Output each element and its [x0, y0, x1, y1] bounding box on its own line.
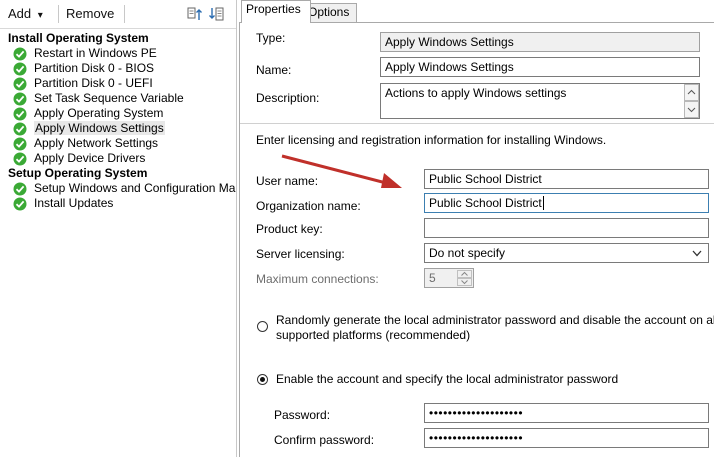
radio-selected-dot	[260, 377, 265, 382]
password-label: Password:	[274, 408, 331, 422]
step-apply-device-drivers[interactable]: Apply Device Drivers	[8, 151, 236, 166]
tree-toolbar: Add ▾ Remove	[0, 0, 236, 29]
move-up-icon[interactable]	[186, 5, 204, 23]
check-icon	[13, 182, 27, 196]
step-label: Setup Windows and Configuration Mar	[34, 181, 236, 195]
group-setup-operating-system[interactable]: Setup Operating System	[8, 166, 236, 181]
maximum-connections-spinner: 5	[424, 268, 474, 288]
step-label: Partition Disk 0 - BIOS	[34, 61, 155, 75]
step-apply-operating-system[interactable]: Apply Operating System	[8, 106, 236, 121]
tab-properties[interactable]: Properties	[241, 0, 311, 23]
text-cursor	[542, 196, 544, 210]
organization-name-text: Public School District	[429, 196, 542, 210]
random-password-radio[interactable]	[257, 321, 268, 332]
step-partition-disk-bios[interactable]: Partition Disk 0 - BIOS	[8, 61, 236, 76]
check-icon	[13, 107, 27, 121]
step-install-updates[interactable]: Install Updates	[8, 196, 236, 211]
step-label: Partition Disk 0 - UEFI	[34, 76, 153, 90]
organization-name-field[interactable]: Public School District	[424, 193, 709, 213]
server-licensing-select[interactable]: Do not specify	[424, 243, 709, 263]
remove-button[interactable]: Remove	[66, 6, 114, 21]
check-icon	[13, 92, 27, 106]
enable-account-label[interactable]: Enable the account and specify the local…	[276, 372, 618, 386]
add-button-label: Add	[8, 6, 32, 21]
check-icon	[13, 137, 27, 151]
step-partition-disk-uefi[interactable]: Partition Disk 0 - UEFI	[8, 76, 236, 91]
password-field[interactable]: ••••••••••••••••••••	[424, 403, 709, 423]
task-sequence-tree: Install Operating System Restart in Wind…	[8, 31, 236, 211]
step-label: Apply Operating System	[34, 106, 164, 120]
step-apply-windows-settings[interactable]: Apply Windows Settings	[8, 121, 236, 136]
toolbar-separator	[58, 5, 59, 23]
group-install-operating-system[interactable]: Install Operating System	[8, 31, 236, 46]
type-field: Apply Windows Settings	[380, 32, 700, 52]
description-text: Actions to apply Windows settings	[385, 86, 567, 100]
step-label: Apply Windows Settings	[34, 121, 165, 135]
type-label: Type:	[256, 31, 286, 45]
product-key-field[interactable]	[424, 218, 709, 238]
add-dropdown-arrow-icon[interactable]: ▾	[38, 10, 43, 21]
random-password-label[interactable]: Randomly generate the local administrato…	[276, 313, 714, 327]
maximum-connections-label: Maximum connections:	[256, 272, 379, 286]
check-icon	[13, 47, 27, 61]
step-apply-network-settings[interactable]: Apply Network Settings	[8, 136, 236, 151]
server-licensing-label: Server licensing:	[256, 247, 345, 261]
dropdown-arrow-icon	[692, 250, 702, 257]
confirm-password-label: Confirm password:	[274, 433, 375, 447]
step-label: Restart in Windows PE	[34, 46, 157, 60]
step-setup-windows-and-configmgr[interactable]: Setup Windows and Configuration Mar	[8, 181, 236, 196]
enable-account-radio[interactable]	[257, 374, 268, 385]
step-set-task-sequence-variable[interactable]: Set Task Sequence Variable	[8, 91, 236, 106]
scroll-arrows-icon[interactable]	[684, 84, 699, 118]
check-icon	[13, 62, 27, 76]
confirm-password-field[interactable]: ••••••••••••••••••••	[424, 428, 709, 448]
description-field[interactable]: Actions to apply Windows settings	[380, 83, 700, 119]
annotation-arrow-icon	[281, 154, 402, 188]
add-button[interactable]: Add ▾	[8, 6, 43, 21]
organization-name-label: Organization name:	[256, 199, 361, 213]
description-label: Description:	[256, 91, 320, 105]
properties-panel: Type: Apply Windows Settings Name: Apply…	[239, 23, 714, 457]
toolbar-separator	[124, 5, 125, 23]
product-key-label: Product key:	[256, 222, 323, 236]
task-sequence-pane: Add ▾ Remove Install Operating System Re…	[0, 0, 237, 457]
spin-arrows-icon	[457, 270, 472, 286]
name-field[interactable]: Apply Windows Settings	[380, 57, 700, 77]
step-label: Install Updates	[34, 196, 114, 210]
section-divider	[240, 123, 714, 124]
server-licensing-value: Do not specify	[429, 246, 506, 260]
name-label: Name:	[256, 63, 292, 77]
step-label: Apply Device Drivers	[34, 151, 146, 165]
step-restart-in-windows-pe[interactable]: Restart in Windows PE	[8, 46, 236, 61]
check-icon	[13, 77, 27, 91]
user-name-field[interactable]: Public School District	[424, 169, 709, 189]
instructions-text: Enter licensing and registration informa…	[256, 133, 607, 147]
maximum-connections-value: 5	[429, 271, 436, 285]
check-icon	[13, 197, 27, 211]
step-label: Set Task Sequence Variable	[34, 91, 184, 105]
check-icon	[13, 122, 27, 136]
random-password-label-line2[interactable]: supported platforms (recommended)	[276, 328, 470, 342]
check-icon	[13, 152, 27, 166]
step-label: Apply Network Settings	[34, 136, 159, 150]
move-down-icon[interactable]	[208, 5, 226, 23]
tab-options[interactable]: Options	[303, 3, 357, 22]
